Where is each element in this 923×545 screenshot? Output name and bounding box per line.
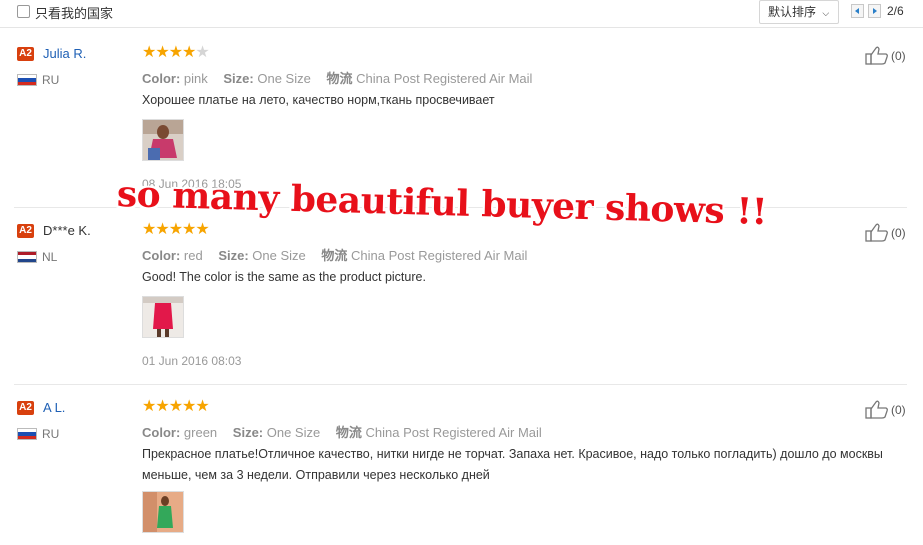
review-text: Good! The color is the same as the produ… — [142, 270, 426, 284]
review-toolbar: 只看我的国家 默认排序 ⌵ 2/6 — [0, 0, 923, 28]
buyer-level-badge: A2 — [17, 224, 34, 238]
helpful-button[interactable]: (0) — [865, 223, 906, 242]
size-key: Size: — [232, 425, 264, 440]
buyer-name[interactable]: A L. — [43, 400, 65, 415]
only-my-country-label[interactable]: 只看我的国家 — [35, 3, 113, 22]
color-key: Color: — [142, 248, 181, 263]
star-icon: ★ — [182, 44, 196, 61]
order-attributes: Color: green Size: One Size 物流 China Pos… — [142, 422, 542, 441]
color-key: Color: — [142, 71, 181, 86]
thumbs-up-icon — [865, 223, 888, 242]
star-rating: ★★★★★ — [142, 221, 210, 238]
review-photo-image — [143, 120, 183, 160]
size-value: One Size — [257, 71, 311, 86]
star-icon: ★ — [142, 221, 156, 238]
size-key: Size: — [218, 248, 249, 263]
buyer-level-badge: A2 — [17, 47, 34, 61]
review-photo-image — [143, 297, 183, 337]
review-date: 01 Jun 2016 08:03 — [142, 354, 242, 368]
star-icon: ★ — [142, 44, 156, 61]
thumbs-up-icon — [865, 46, 888, 65]
review-divider — [14, 384, 907, 385]
star-icon: ★ — [155, 398, 169, 415]
shipping-value: China Post Registered Air Mail — [365, 425, 542, 440]
review-photo-thumbnail[interactable] — [142, 491, 184, 533]
star-icon: ★ — [182, 221, 196, 238]
shipping-key: 物流 — [326, 71, 353, 86]
buyer-level-badge: A2 — [17, 401, 34, 415]
shipping-value: China Post Registered Air Mail — [356, 71, 533, 86]
star-rating: ★★★★★ — [142, 398, 210, 415]
helpful-button[interactable]: (0) — [865, 400, 906, 419]
star-icon: ★ — [142, 398, 156, 415]
page-count: 2/6 — [887, 4, 904, 18]
star-icon: ★ — [195, 398, 209, 415]
star-icon: ★ — [155, 221, 169, 238]
size-key: Size: — [223, 71, 254, 86]
buyer-country: RU — [42, 73, 60, 87]
only-my-country-checkbox[interactable] — [17, 5, 30, 18]
flag-nl-icon — [17, 251, 37, 263]
thumbs-up-icon — [865, 400, 888, 419]
shipping-key: 物流 — [335, 425, 362, 440]
buyer-country: RU — [42, 427, 60, 441]
review-photo-thumbnail[interactable] — [142, 119, 184, 161]
order-attributes: Color: red Size: One Size 物流 China Post … — [142, 245, 527, 264]
prev-page-button[interactable] — [851, 4, 864, 18]
review-photo-thumbnail[interactable] — [142, 296, 184, 338]
star-icon: ★ — [155, 44, 169, 61]
size-value: One Size — [252, 248, 306, 263]
color-key: Color: — [142, 425, 181, 440]
review-photo-image — [143, 492, 183, 532]
star-icon: ★ — [182, 398, 196, 415]
star-icon: ★ — [168, 221, 183, 238]
buyer-name[interactable]: Julia R. — [43, 46, 86, 61]
color-value: pink — [183, 71, 208, 86]
color-value: green — [183, 425, 218, 440]
helpful-count: (0) — [891, 402, 906, 417]
helpful-count: (0) — [891, 225, 906, 240]
review-text: Хорошее платье на лето, качество норм,тк… — [142, 93, 495, 107]
order-attributes: Color: pink Size: One Size 物流 China Post… — [142, 68, 532, 87]
flag-ru-icon — [17, 74, 37, 86]
size-value: One Size — [266, 425, 321, 440]
star-icon: ★ — [168, 398, 183, 415]
promo-banner-text: so many beautiful buyer shows !! — [116, 173, 768, 234]
star-icon: ★ — [195, 221, 209, 238]
helpful-count: (0) — [891, 48, 906, 63]
sort-dropdown[interactable]: 默认排序 ⌵ — [759, 0, 839, 24]
star-rating: ★★★★★ — [142, 44, 210, 61]
star-icon: ★ — [168, 44, 183, 61]
helpful-button[interactable]: (0) — [865, 46, 906, 65]
chevron-down-icon: ⌵ — [822, 8, 830, 18]
color-value: red — [183, 248, 203, 263]
shipping-key: 物流 — [321, 248, 348, 263]
sort-label: 默认排序 — [768, 5, 817, 19]
shipping-value: China Post Registered Air Mail — [351, 248, 528, 263]
flag-ru-icon — [17, 428, 37, 440]
review-text: Прекрасное платье!Отличное качество, нит… — [142, 447, 883, 482]
buyer-country: NL — [42, 250, 58, 264]
star-empty-icon: ★ — [195, 44, 209, 61]
next-page-button[interactable] — [868, 4, 881, 18]
buyer-name: D***e K. — [43, 223, 91, 238]
